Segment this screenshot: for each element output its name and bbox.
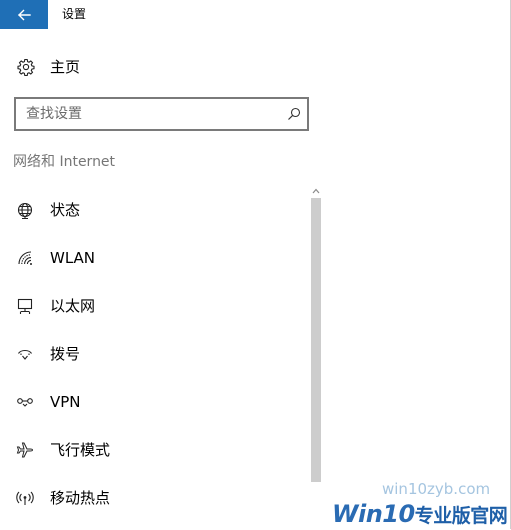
vpn-icon bbox=[17, 398, 33, 407]
nav-item-label: WLAN bbox=[50, 249, 96, 267]
ethernet-icon bbox=[17, 298, 33, 314]
home-label: 主页 bbox=[50, 58, 81, 76]
watermark-url: win10zyb.com bbox=[382, 480, 491, 498]
gear-icon bbox=[17, 58, 35, 76]
search-box[interactable] bbox=[14, 97, 309, 131]
window-title: 设置 bbox=[62, 7, 87, 21]
back-arrow-icon bbox=[18, 9, 31, 20]
chevron-up-icon bbox=[312, 188, 320, 194]
nav-item-label: 状态 bbox=[50, 201, 81, 219]
watermark-brand-suffix: 专业版官网 bbox=[414, 505, 508, 527]
back-button[interactable] bbox=[0, 0, 48, 29]
nav-item-vpn[interactable]: VPN bbox=[0, 378, 305, 426]
watermark-brand: Win10 bbox=[332, 500, 415, 528]
globe-icon bbox=[17, 202, 33, 219]
section-heading: 网络和 Internet bbox=[13, 154, 116, 170]
nav-item-ethernet[interactable]: 以太网 bbox=[0, 282, 305, 330]
dialup-icon bbox=[18, 349, 32, 360]
nav-item-label: 以太网 bbox=[50, 297, 96, 315]
search-icon[interactable] bbox=[287, 107, 301, 121]
title-bar: 设置 bbox=[0, 0, 511, 30]
nav-item-label: 飞行模式 bbox=[50, 441, 111, 459]
watermark: win10zyb.com Win10专业版官网 bbox=[330, 480, 510, 529]
scrollbar-thumb[interactable] bbox=[311, 198, 321, 482]
nav-item-label: 拨号 bbox=[50, 345, 81, 363]
nav-item-status[interactable]: 状态 bbox=[0, 186, 305, 234]
scroll-up-button[interactable] bbox=[310, 185, 322, 197]
wifi-icon bbox=[18, 251, 32, 265]
nav-item-dialup[interactable]: 拨号 bbox=[0, 330, 305, 378]
nav-item-wlan[interactable]: WLAN bbox=[0, 234, 305, 282]
home-link[interactable]: 主页 bbox=[0, 50, 330, 84]
nav-item-label: VPN bbox=[50, 393, 81, 411]
airplane-icon bbox=[16, 442, 34, 458]
nav-item-mobile-hotspot[interactable]: 移动热点 bbox=[0, 474, 305, 522]
nav-item-airplane-mode[interactable]: 飞行模式 bbox=[0, 426, 305, 474]
search-input[interactable] bbox=[26, 103, 276, 125]
nav-item-label: 移动热点 bbox=[50, 489, 111, 507]
nav-list: 状态 WLAN 以太网 拨号 VPN 飞行模式 移动热点 bbox=[0, 186, 305, 522]
hotspot-icon bbox=[16, 491, 34, 505]
watermark-logo: Win10专业版官网 bbox=[332, 500, 508, 530]
